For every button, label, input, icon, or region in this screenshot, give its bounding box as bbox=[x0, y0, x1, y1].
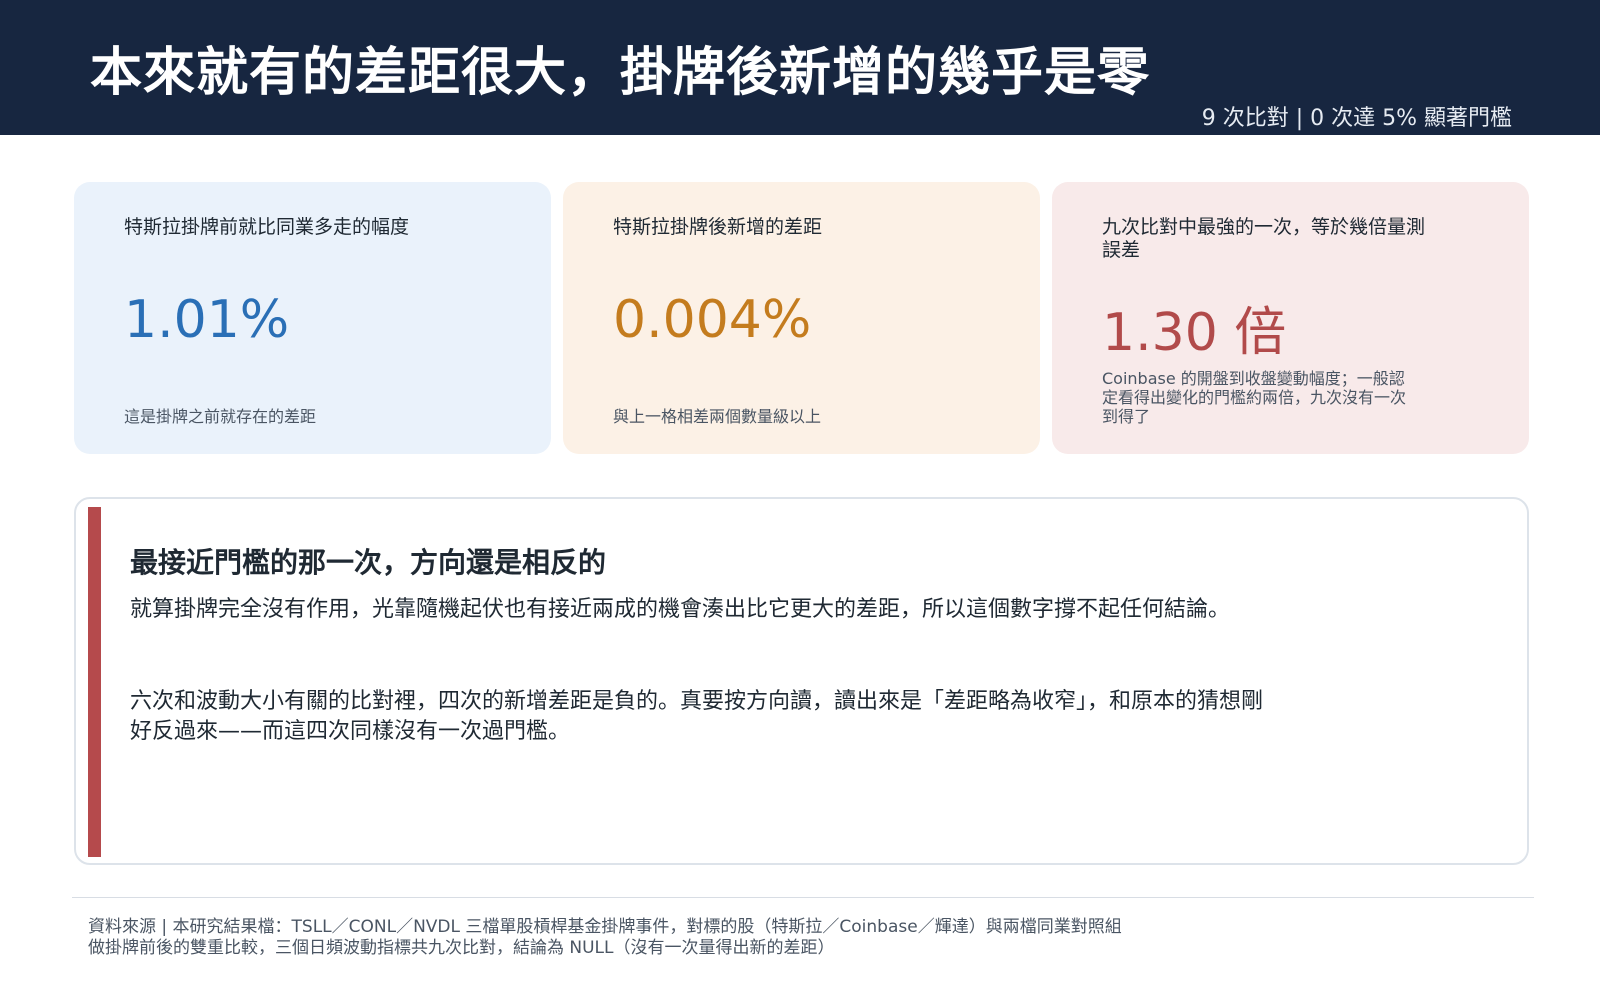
card-value: 1.30 倍 bbox=[1102, 303, 1287, 363]
panel-heading: 最接近門檻的那一次，方向還是相反的 bbox=[130, 546, 607, 579]
card-value: 1.01% bbox=[124, 290, 290, 350]
accent-bar bbox=[88, 507, 101, 857]
card-value: 0.004% bbox=[613, 290, 812, 350]
card-label: 九次比對中最強的一次，等於幾倍量測誤差 bbox=[1102, 216, 1426, 261]
card-label: 特斯拉掛牌後新增的差距 bbox=[613, 216, 823, 238]
footer-source-note: 資料來源 | 本研究結果檔：TSLL／CONL／NVDL 三檔單股槓桿基金掛牌事… bbox=[88, 917, 1122, 958]
card-note: 這是掛牌之前就存在的差距 bbox=[124, 407, 317, 426]
card-note: 與上一格相差兩個數量級以上 bbox=[613, 407, 822, 426]
panel-paragraph-2: 六次和波動大小有關的比對裡，四次的新增差距是負的。真要按方向讀，讀出來是「差距略… bbox=[130, 689, 1264, 744]
stat-card-strongest-comparison: 九次比對中最強的一次，等於幾倍量測誤差 1.30 倍 Coinbase 的開盤到… bbox=[1052, 182, 1529, 454]
page-title: 本來就有的差距很大，掛牌後新增的幾乎是零 bbox=[90, 43, 1151, 103]
card-note: Coinbase 的開盤到收盤變動幅度；一般認定看得出變化的門檻約兩倍，九次沒有… bbox=[1102, 369, 1407, 426]
stat-card-pre-listing-gap: 特斯拉掛牌前就比同業多走的幅度 1.01% 這是掛牌之前就存在的差距 bbox=[74, 182, 551, 454]
footer-divider bbox=[72, 897, 1534, 898]
stat-card-post-listing-gap: 特斯拉掛牌後新增的差距 0.004% 與上一格相差兩個數量級以上 bbox=[563, 182, 1040, 454]
card-label: 特斯拉掛牌前就比同業多走的幅度 bbox=[124, 216, 410, 238]
page-subtitle: 9 次比對 | 0 次達 5% 顯著門檻 bbox=[1201, 106, 1512, 131]
header-banner: 本來就有的差距很大，掛牌後新增的幾乎是零 9 次比對 | 0 次達 5% 顯著門… bbox=[0, 0, 1600, 135]
insight-panel: 最接近門檻的那一次，方向還是相反的 就算掛牌完全沒有作用，光靠隨機起伏也有接近兩… bbox=[74, 497, 1529, 865]
panel-paragraph-1: 就算掛牌完全沒有作用，光靠隨機起伏也有接近兩成的機會湊出比它更大的差距，所以這個… bbox=[130, 597, 1231, 622]
